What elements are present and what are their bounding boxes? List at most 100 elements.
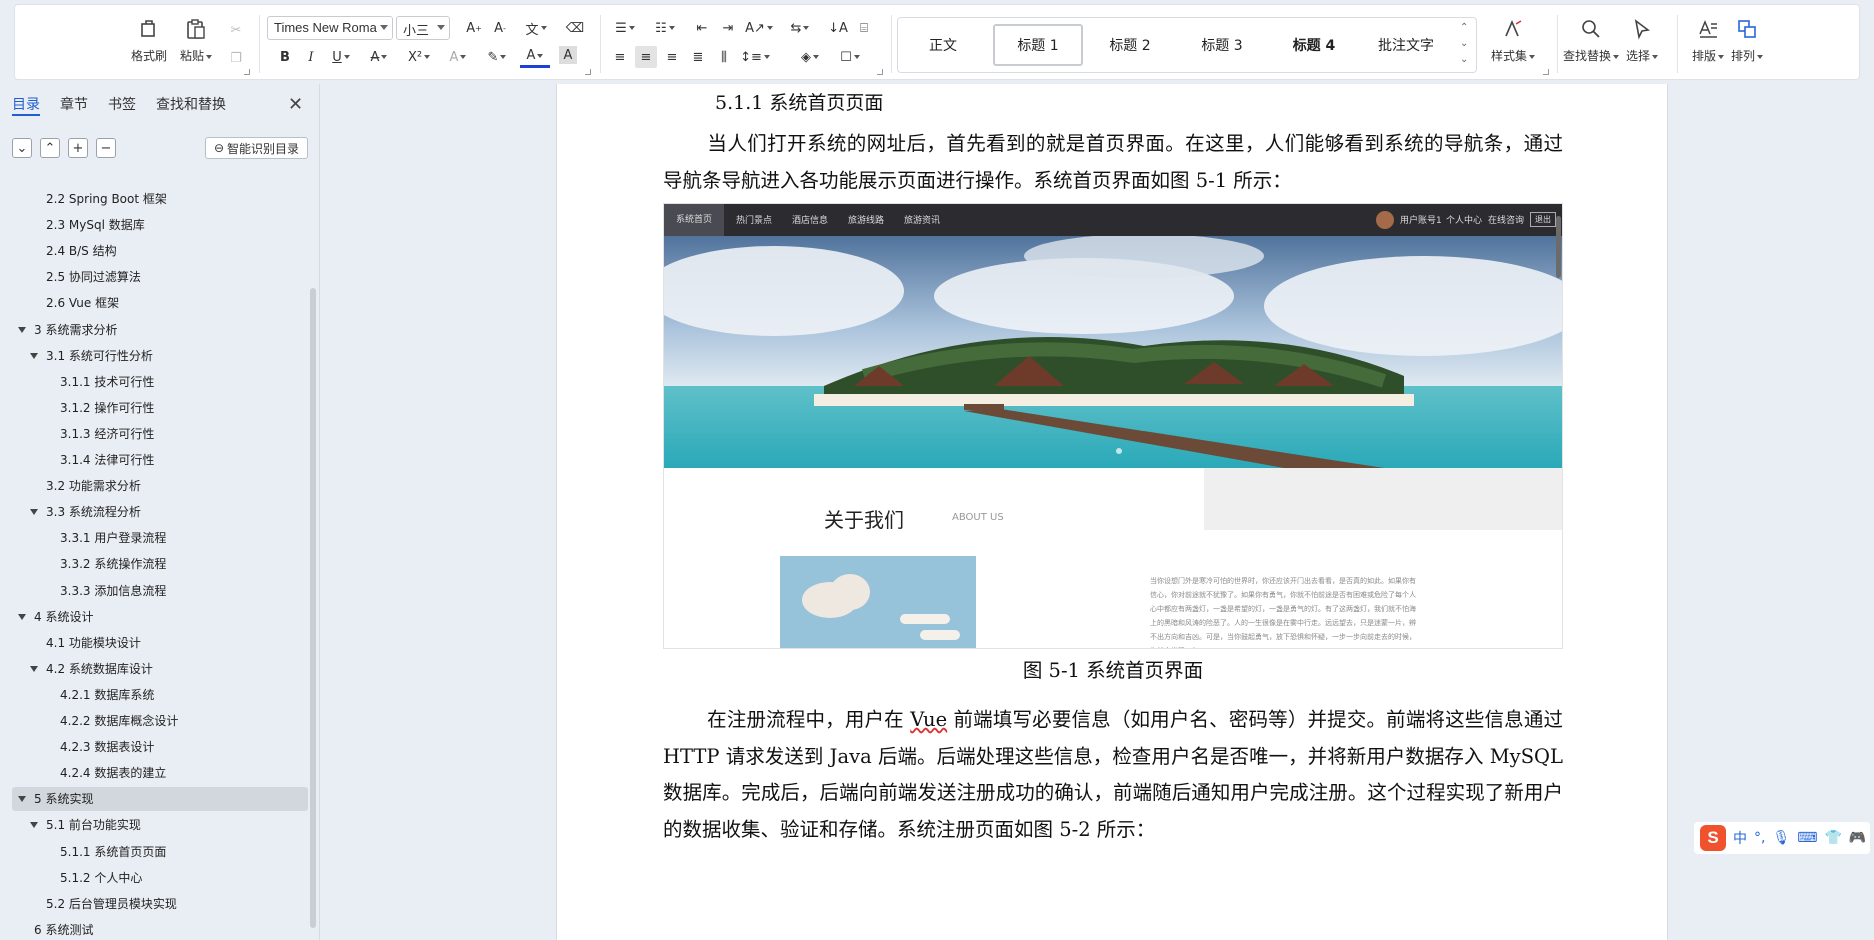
toc-item[interactable]: 3.1.3 经济可行性 (12, 422, 308, 446)
style-set-button[interactable]: 样式集 (1491, 15, 1535, 64)
toc-item[interactable]: 4 系统设计 (12, 605, 308, 629)
text-direction-icon[interactable]: A↗ (743, 17, 775, 39)
bullet-list-icon[interactable]: ☰ (609, 17, 641, 39)
toc-item[interactable]: 5.1 前台功能实现 (12, 813, 308, 837)
select-button[interactable]: 选择 (1626, 15, 1658, 64)
line-spacing-icon[interactable]: ↕≡ (739, 46, 771, 68)
toc-item[interactable]: 2.3 MySql 数据库 (12, 213, 308, 237)
sogou-logo-icon[interactable]: S (1700, 825, 1726, 851)
toc-item[interactable]: 2.5 协同过滤算法 (12, 265, 308, 289)
grow-font-icon[interactable]: A + (463, 17, 485, 39)
style-expand-icon[interactable] (1543, 69, 1549, 75)
toc-item[interactable]: 3 系统需求分析 (12, 318, 308, 342)
toc-item[interactable]: 2.2 Spring Boot 框架 (12, 187, 308, 211)
toc-item[interactable]: 3.1 系统可行性分析 (12, 344, 308, 368)
style-heading-1[interactable]: 标题 1 (993, 24, 1083, 66)
show-marks-icon[interactable]: ⌸ (853, 17, 875, 39)
toc-item[interactable]: 3.3.2 系统操作流程 (12, 552, 308, 576)
tab-toc[interactable]: 目录 (12, 94, 40, 116)
distribute-icon[interactable]: ⫼ (713, 46, 735, 68)
expand-triangle-icon[interactable] (30, 822, 38, 829)
add-heading-button[interactable]: + (68, 138, 88, 158)
toc-item[interactable]: 3.1.4 法律可行性 (12, 448, 308, 472)
border-icon[interactable]: ☐ (835, 46, 865, 68)
highlight-icon[interactable]: ✎ (482, 46, 512, 68)
remove-heading-button[interactable]: − (96, 138, 116, 158)
clear-format-icon[interactable]: ⌫ (564, 17, 586, 39)
ime-language-toggle[interactable]: 中 (1733, 828, 1747, 848)
italic-icon[interactable]: I (300, 46, 322, 68)
cut-icon[interactable]: ✂ (225, 19, 247, 41)
gallery-more-icon[interactable]: ⌄ (1460, 54, 1468, 65)
gallery-down-icon[interactable]: ⌄ (1460, 38, 1468, 49)
line-break-icon[interactable]: ⇆ (785, 17, 815, 39)
font-size-select[interactable]: 小三 (396, 16, 450, 40)
layout-button[interactable]: 排版 (1692, 15, 1724, 64)
toc-item[interactable]: 3.3.1 用户登录流程 (12, 526, 308, 550)
game-icon[interactable]: 🎮 (1849, 830, 1866, 846)
align-right-icon[interactable]: ≡ (661, 46, 683, 68)
gallery-up-icon[interactable]: ⌃ (1460, 22, 1468, 33)
numbered-list-icon[interactable]: ☷ (649, 17, 681, 39)
toc-item[interactable]: 2.4 B/S 结构 (12, 239, 308, 263)
toc-item[interactable]: 4.2 系统数据库设计 (12, 657, 308, 681)
style-normal[interactable]: 正文 (898, 24, 988, 66)
toc-item[interactable]: 4.1 功能模块设计 (12, 631, 308, 655)
expand-triangle-icon[interactable] (18, 326, 26, 333)
style-heading-4[interactable]: 标题 4 (1269, 24, 1359, 66)
expand-triangle-icon[interactable] (30, 665, 38, 672)
tab-bookmarks[interactable]: 书签 (108, 94, 136, 116)
arrange-button[interactable]: 排列 (1731, 15, 1763, 64)
toc-item[interactable]: 3.3.3 添加信息流程 (12, 579, 308, 603)
justify-icon[interactable]: ≣ (687, 46, 709, 68)
toc-scrollbar[interactable] (310, 288, 316, 928)
toc-item[interactable]: 5 系统实现 (12, 787, 308, 812)
toc-item[interactable]: 3.2 功能需求分析 (12, 474, 308, 498)
toc-item[interactable]: 6 系统测试 (12, 918, 308, 940)
punctuation-icon[interactable]: °, (1754, 830, 1765, 846)
increase-indent-icon[interactable]: ⇥ (717, 17, 739, 39)
clipboard-expand-icon[interactable] (244, 69, 250, 75)
font-expand-icon[interactable] (585, 69, 591, 75)
toc-item[interactable]: 3.3 系统流程分析 (12, 500, 308, 524)
style-heading-2[interactable]: 标题 2 (1085, 24, 1175, 66)
align-center-icon[interactable]: ≡ (635, 46, 657, 68)
style-heading-3[interactable]: 标题 3 (1177, 24, 1267, 66)
collapse-up-button[interactable]: ⌃ (40, 138, 60, 158)
keyboard-icon[interactable]: ⌨ (1797, 830, 1817, 846)
bold-icon[interactable]: B (274, 46, 296, 68)
style-comment-text[interactable]: 批注文字 (1361, 24, 1451, 66)
expand-triangle-icon[interactable] (18, 796, 26, 803)
font-color-icon[interactable]: A (520, 46, 550, 68)
skin-icon[interactable]: 👕 (1824, 830, 1841, 846)
toc-item[interactable]: 5.2 后台管理员模块实现 (12, 892, 308, 916)
expand-down-button[interactable]: ⌄ (12, 138, 32, 158)
tab-find-replace[interactable]: 查找和替换 (156, 94, 226, 116)
phonetic-guide-icon[interactable]: 文 (521, 17, 551, 39)
toc-item[interactable]: 4.2.4 数据表的建立 (12, 761, 308, 785)
microphone-icon[interactable]: 🎙 (1772, 830, 1790, 846)
expand-triangle-icon[interactable] (30, 509, 38, 516)
toc-item[interactable]: 3.1.1 技术可行性 (12, 370, 308, 394)
text-effect-icon[interactable]: A (444, 46, 472, 68)
paste-button[interactable]: 粘贴 (180, 15, 212, 64)
expand-triangle-icon[interactable] (30, 352, 38, 359)
toc-item[interactable]: 5.1.2 个人中心 (12, 866, 308, 890)
shading-icon[interactable]: ◈ (795, 46, 825, 68)
find-replace-button[interactable]: 查找替换 (1563, 15, 1619, 64)
decrease-indent-icon[interactable]: ⇤ (691, 17, 713, 39)
smart-toc-button[interactable]: ⊖ 智能识别目录 (205, 137, 308, 159)
paragraph-expand-icon[interactable] (877, 69, 883, 75)
toc-item[interactable]: 4.2.3 数据表设计 (12, 735, 308, 759)
align-left-icon[interactable]: ≡ (609, 46, 631, 68)
expand-triangle-icon[interactable] (18, 613, 26, 620)
sort-icon[interactable]: ↓A (827, 17, 849, 39)
strikethrough-icon[interactable]: A (365, 46, 393, 68)
font-name-select[interactable]: Times New Roma (267, 16, 393, 40)
toc-item[interactable]: 5.1.1 系统首页页面 (12, 840, 308, 864)
superscript-icon[interactable]: X² (404, 46, 434, 68)
toc-item[interactable]: 2.6 Vue 框架 (12, 291, 308, 315)
format-painter-button[interactable]: 格式刷 (131, 15, 167, 64)
underline-icon[interactable]: U (327, 46, 355, 68)
shrink-font-icon[interactable]: A- (489, 17, 511, 39)
